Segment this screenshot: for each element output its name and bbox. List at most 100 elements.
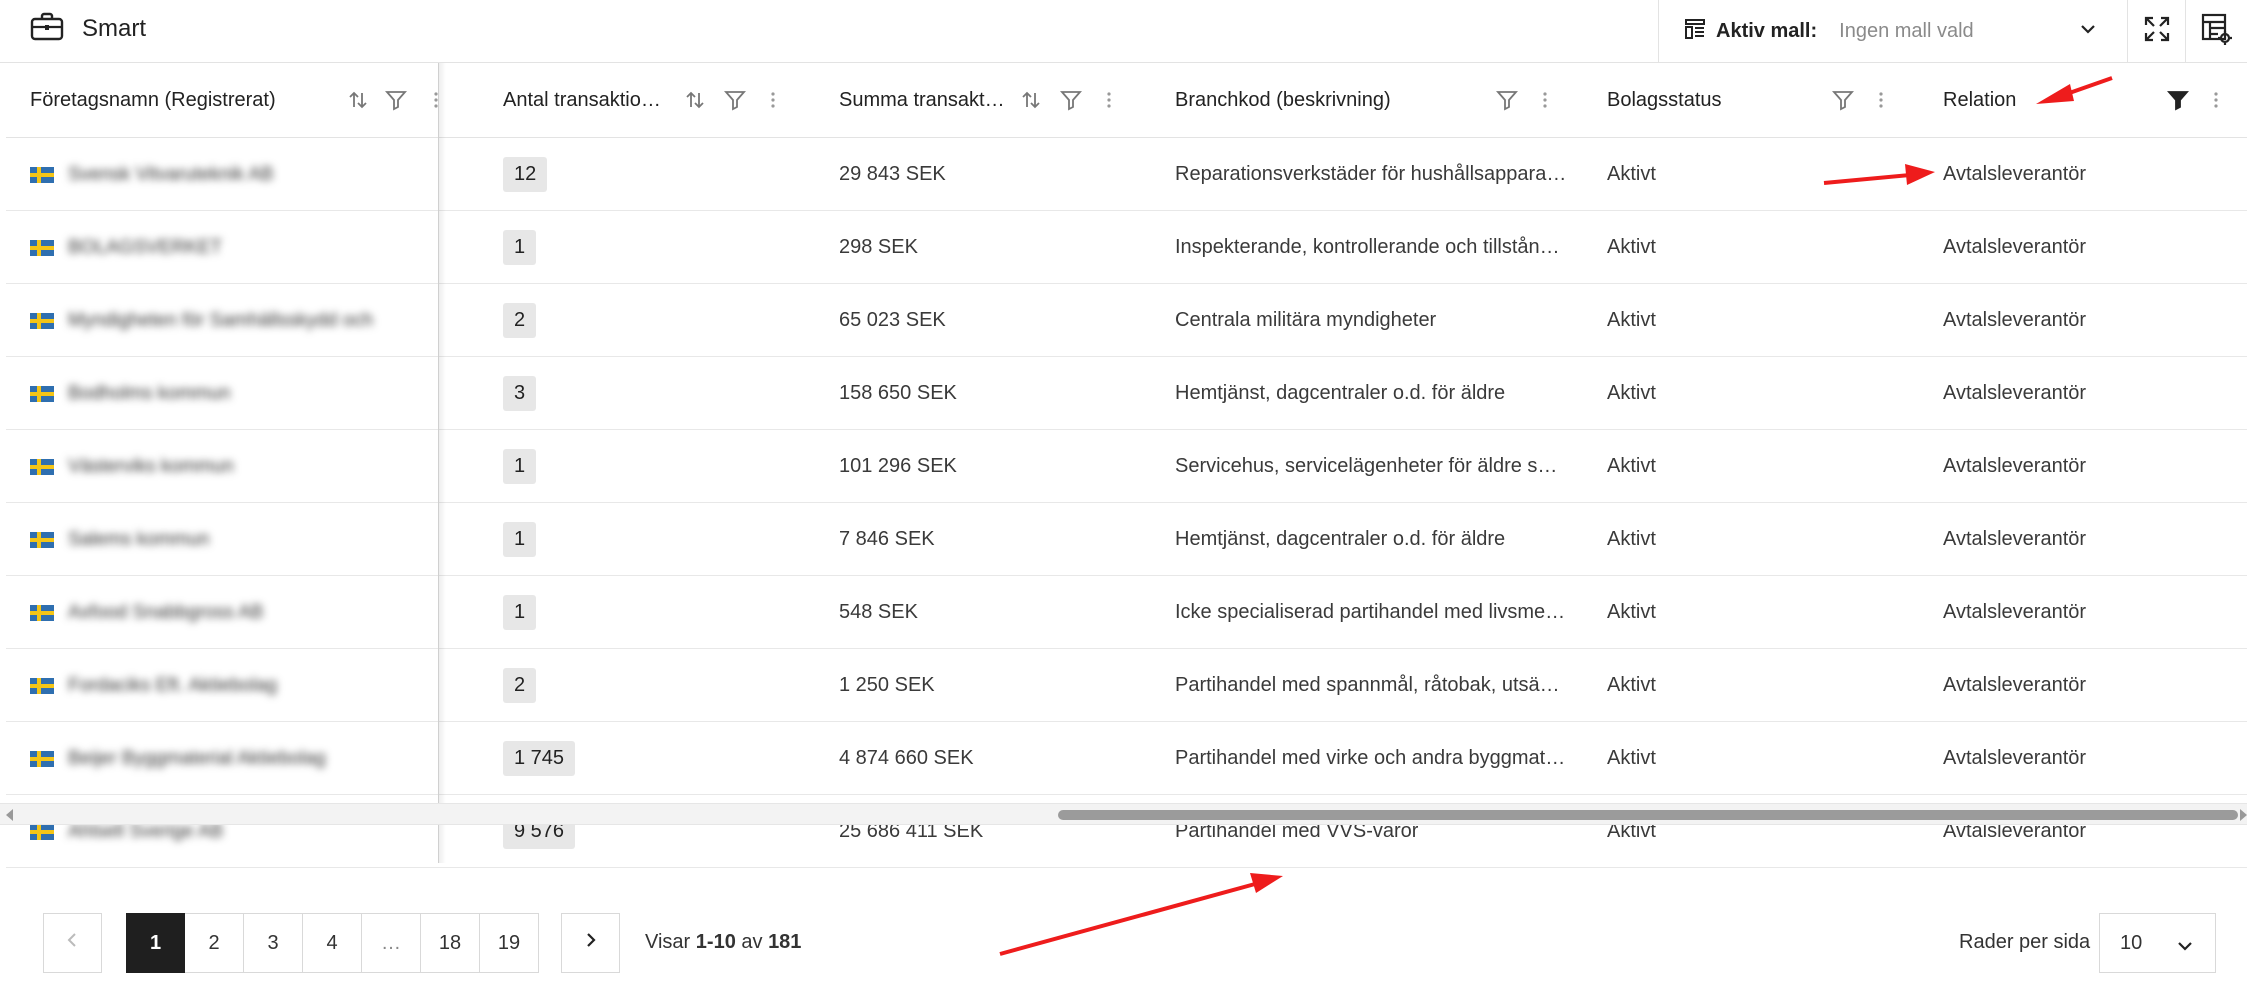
rows-per-page-select[interactable]: 10 (2099, 913, 2216, 973)
column-header-company-status[interactable]: Bolagsstatus (1607, 63, 1807, 138)
expand-icon (2143, 15, 2171, 48)
cell-relation: Avtalsleverantör (1943, 430, 2243, 503)
filter-icon[interactable] (1060, 89, 1082, 116)
table-settings-button[interactable] (2185, 0, 2247, 63)
cell-relation: Avtalsleverantör (1943, 357, 2243, 430)
results-summary: Visar 1-10 av 181 (645, 931, 801, 954)
company-name-text[interactable]: Axfood Snabbgross AB (68, 602, 263, 624)
cell-company-status: Aktivt (1607, 649, 1907, 722)
column-header-company[interactable]: Företagsnamn (Registrerat) (30, 63, 360, 138)
sort-icon[interactable] (347, 89, 369, 116)
count-badge: 2 (503, 303, 537, 338)
chevron-down-icon (2077, 18, 2099, 45)
fullscreen-button[interactable] (2127, 0, 2185, 63)
filter-icon[interactable] (724, 89, 746, 116)
template-value: Ingen mall vald (1839, 20, 1974, 42)
page-button[interactable]: 2 (185, 913, 244, 973)
count-badge: 1 (503, 522, 537, 557)
page-button[interactable]: 1 (126, 913, 185, 973)
cell-transaction-count: 1 (503, 211, 673, 284)
cell-company-status: Aktivt (1607, 430, 1907, 503)
filter-icon[interactable] (1832, 89, 1854, 116)
next-page-button[interactable] (561, 913, 620, 973)
cell-branch-code: Partihandel med spannmål, råtobak, utsäd… (1175, 649, 1567, 722)
scroll-left-arrow-icon[interactable] (6, 809, 13, 821)
company-name-text[interactable]: BOLAGSVERKET (68, 237, 222, 259)
company-name-text[interactable]: Myndigheten för Samhällsskydd och (68, 310, 373, 332)
swedish-flag-icon (30, 823, 54, 840)
page-button[interactable]: 4 (303, 913, 362, 973)
scroll-right-arrow-icon[interactable] (2240, 809, 2247, 821)
cell-branch-code-text: Inspekterande, kontrollerande och tillst… (1175, 236, 1567, 258)
table-row[interactable]: Beijer Byggmaterial Aktiebolag 1 745 4 874… (6, 722, 2247, 795)
showing-total: 181 (768, 931, 802, 953)
sort-icon[interactable] (1020, 89, 1042, 116)
briefcase-icon (30, 12, 64, 47)
table-row[interactable]: Axfood Snabbgross AB 1 548 SEK Icke special… (6, 576, 2247, 649)
company-name-text[interactable]: Västerviks kommun (68, 456, 234, 478)
previous-page-button[interactable] (43, 913, 102, 973)
chevron-right-icon (582, 931, 600, 955)
cell-transaction-sum: 298 SEK (839, 211, 1139, 284)
scrollbar-thumb[interactable] (1058, 810, 2238, 820)
cell-branch-code: Partihandel med virke och andra byggmate… (1175, 722, 1567, 795)
page-button[interactable]: 18 (421, 913, 480, 973)
cell-transaction-count: 2 (503, 284, 673, 357)
drag-handle-icon[interactable] (1104, 89, 1114, 116)
table-row[interactable]: Svensk Vitvaruteknik AB 12 29 843 SEK Repar… (6, 138, 2247, 211)
table-row[interactable]: Salems kommun 1 7 846 SEK Hemtjänst, dagcen… (6, 503, 2247, 576)
table-row[interactable]: BOLAGSVERKET 1 298 SEK Inspekterande, kontr… (6, 211, 2247, 284)
template-selector[interactable]: Aktiv mall: Ingen mall vald (1658, 0, 2127, 63)
column-header-transactions-count[interactable]: Antal transaktio… (503, 63, 673, 138)
company-name-text[interactable]: Beijer Byggmaterial Aktiebolag (68, 748, 326, 770)
column-header-branch-code[interactable]: Branchkod (beskrivning) (1175, 63, 1475, 138)
filter-icon[interactable] (385, 89, 407, 116)
swedish-flag-icon (30, 239, 54, 256)
cell-company-status: Aktivt (1607, 722, 1907, 795)
cell-relation-text: Avtalsleverantör (1943, 455, 2087, 477)
filter-active-icon[interactable] (2167, 89, 2189, 116)
table-row[interactable]: Västerviks kommun 1 101 296 SEK Servicehus,… (6, 430, 2247, 503)
company-name-text[interactable]: Bodholms kommun (68, 383, 231, 405)
column-label: Relation (1943, 89, 2017, 111)
cell-relation: Avtalsleverantör (1943, 503, 2243, 576)
page-ellipsis: … (362, 913, 421, 973)
table-settings-icon (2200, 12, 2234, 51)
cell-transaction-sum: 65 023 SEK (839, 284, 1139, 357)
cell-transaction-count: 1 (503, 430, 673, 503)
pagination-bar: 1 2 3 4… 18 19 Visar 1-10 av 181 Rader per si… (0, 884, 2247, 984)
swedish-flag-icon (30, 458, 54, 475)
drag-handle-icon[interactable] (2211, 89, 2221, 116)
table-row[interactable]: Myndigheten för Samhällsskydd och 2 65 023… (6, 284, 2247, 357)
drag-handle-icon[interactable] (768, 89, 778, 116)
column-header-transactions-sum[interactable]: Summa transakt… (839, 63, 1009, 138)
drag-handle-icon[interactable] (1876, 89, 1886, 116)
template-label: Aktiv mall: (1716, 20, 1818, 42)
cell-transaction-sum: 7 846 SEK (839, 503, 1139, 576)
table-row[interactable]: Fordaciks Eft. Aktiebolag 2 1 250 SEK Parti… (6, 649, 2247, 722)
company-name-text[interactable]: Svensk Vitvaruteknik AB (68, 164, 274, 186)
page-button[interactable]: 3 (244, 913, 303, 973)
sort-icon[interactable] (684, 89, 706, 116)
cell-company-status-text: Aktivt (1607, 236, 1656, 258)
cell-branch-code-text: Partihandel med spannmål, råtobak, utsäd… (1175, 674, 1567, 696)
cell-relation: Avtalsleverantör (1943, 211, 2243, 284)
company-name-text[interactable]: Salems kommun (68, 529, 210, 551)
drag-handle-icon[interactable] (1540, 89, 1550, 116)
filter-icon[interactable] (1496, 89, 1518, 116)
cell-branch-code-text: Hemtjänst, dagcentraler o.d. för äldre (1175, 528, 1506, 550)
table-row[interactable]: Bodholms kommun 3 158 650 SEK Hemtjänst, da… (6, 357, 2247, 430)
cell-transaction-sum: 158 650 SEK (839, 357, 1139, 430)
cell-branch-code: Inspekterande, kontrollerande och tillst… (1175, 211, 1567, 284)
cell-company-status-text: Aktivt (1607, 382, 1656, 404)
company-name-text[interactable]: Fordaciks Eft. Aktiebolag (68, 675, 277, 697)
cell-transaction-sum-text: 7 846 SEK (839, 528, 935, 550)
page-button[interactable]: 19 (480, 913, 539, 973)
column-header-relation[interactable]: Relation (1943, 63, 2143, 138)
cell-transaction-sum-text: 65 023 SEK (839, 309, 946, 331)
cell-transaction-count: 2 (503, 649, 673, 722)
cell-branch-code-text: Servicehus, servicelägenheter för äldre … (1175, 455, 1567, 477)
cell-company-status: Aktivt (1607, 357, 1907, 430)
horizontal-scrollbar[interactable] (0, 803, 2247, 825)
cell-company-status: Aktivt (1607, 576, 1907, 649)
